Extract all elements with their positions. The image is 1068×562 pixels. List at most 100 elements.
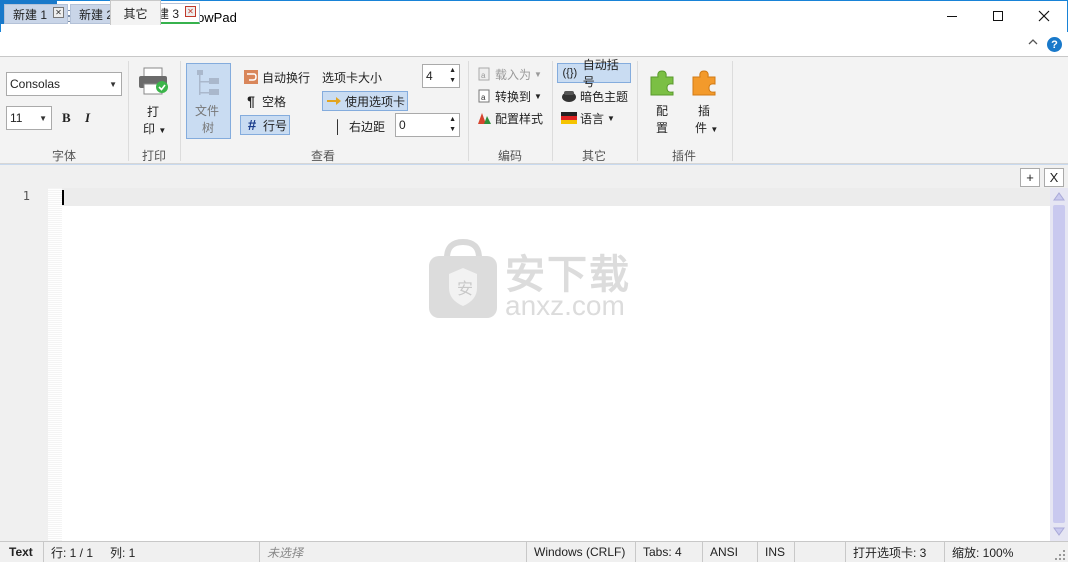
auto-brackets-button[interactable]: ({}) 自动括号	[557, 58, 631, 89]
status-lexer[interactable]: Text	[0, 542, 44, 562]
whitespace-button[interactable]: ¶ 空格	[243, 91, 286, 111]
status-selection: 未选择	[261, 542, 527, 562]
watermark-en: anxz.com	[505, 290, 625, 321]
word-wrap-icon	[243, 69, 259, 85]
load-as-label: 载入为	[495, 67, 532, 82]
doc-tab-label: 新建 2	[79, 7, 114, 22]
print-label-1: 打	[147, 105, 160, 119]
maximize-button[interactable]	[975, 0, 1021, 31]
status-mode[interactable]: INS	[759, 542, 795, 562]
status-tabs[interactable]: Tabs: 4	[637, 542, 703, 562]
tab-size-spinner[interactable]: 4 ▲ ▼	[422, 64, 460, 88]
text-caret	[62, 190, 64, 205]
status-line: 行: 1 / 1	[51, 545, 94, 560]
svg-text:a: a	[481, 93, 486, 102]
right-margin-value: 0	[399, 118, 406, 132]
config-style-icon	[476, 110, 492, 126]
spinner-arrows-icon[interactable]: ▲ ▼	[449, 115, 456, 135]
config-button[interactable]: 配 置	[644, 65, 680, 141]
status-open-tabs: 打开选项卡: 3	[847, 542, 945, 562]
line-numbers-button[interactable]: # 行号	[240, 115, 290, 135]
word-wrap-button[interactable]: 自动换行	[243, 67, 310, 87]
tab-other[interactable]: 其它	[110, 0, 161, 25]
help-icon[interactable]: ?	[1047, 37, 1062, 52]
dark-theme-button[interactable]: 暗色主题	[561, 86, 628, 106]
collapse-ribbon-icon[interactable]	[1028, 38, 1038, 49]
load-as-button[interactable]: a 载入为 ▼	[476, 64, 542, 84]
load-as-icon: a	[476, 66, 492, 82]
config-style-button[interactable]: 配置样式	[476, 108, 543, 128]
tab-arrow-icon	[326, 93, 342, 109]
chevron-down-icon: ▼	[607, 113, 615, 123]
right-margin-spinner[interactable]: 0 ▲ ▼	[395, 113, 460, 137]
font-size-value: 11	[10, 111, 23, 125]
word-wrap-label: 自动换行	[262, 70, 311, 85]
language-label: 语言	[580, 111, 605, 126]
print-group-label: 打印	[141, 149, 166, 163]
resize-grip-icon[interactable]	[1054, 549, 1066, 562]
spinner-arrows-icon[interactable]: ▲ ▼	[449, 66, 456, 86]
whitespace-label: 空格	[262, 94, 287, 109]
font-name-select[interactable]: Consolas ▼	[6, 72, 122, 96]
use-tabs-label: 使用选项卡	[345, 94, 406, 109]
font-size-select[interactable]: 11 ▼	[6, 106, 52, 130]
green-puzzle-icon	[647, 67, 677, 100]
brackets-icon: ({})	[562, 67, 578, 79]
other-group-label: 其它	[581, 149, 606, 163]
scroll-up-icon[interactable]	[1052, 190, 1066, 205]
plugins-label-2: 件 ▼	[695, 121, 719, 135]
status-encoding[interactable]: ANSI	[704, 542, 758, 562]
line-numbers-label: 行号	[263, 118, 288, 133]
new-tab-button[interactable]: +	[1020, 168, 1040, 187]
line-number: 1	[22, 189, 30, 203]
status-eol[interactable]: Windows (CRLF)	[528, 542, 636, 562]
italic-button[interactable]: I	[85, 110, 99, 126]
group-divider	[468, 61, 469, 161]
view-group-label: 查看	[310, 149, 335, 163]
watermark: 安 安下载 anxz.com	[425, 238, 645, 322]
encoding-group-label: 编码	[497, 149, 522, 163]
plugins-button[interactable]: 插 件 ▼	[686, 65, 726, 141]
file-tree-label-2: 树	[202, 121, 215, 135]
line-number-gutter	[0, 188, 48, 541]
shield-lock-icon: 安	[429, 238, 497, 318]
status-spacer	[796, 542, 846, 562]
status-bar: Text 行: 1 / 1 列: 1 未选择 Windows (CRLF) Ta…	[0, 541, 1068, 562]
pilcrow-icon: ¶	[247, 93, 255, 109]
ribbon-panel: Consolas ▼ 11 ▼ B I 字体 打 印 ▼ 打印 文件 树 自动换…	[0, 56, 1068, 164]
file-tree-button[interactable]: 文件 树	[186, 63, 231, 139]
orange-puzzle-icon	[689, 67, 719, 100]
language-button[interactable]: 语言 ▼	[561, 108, 615, 128]
config-label-1: 配	[656, 104, 669, 118]
auto-brackets-label: 自动括号	[582, 58, 619, 89]
group-divider	[732, 61, 733, 161]
font-name-value: Consolas	[10, 77, 61, 91]
font-group-label: 字体	[51, 149, 76, 163]
convert-to-button[interactable]: a 转换到 ▼	[476, 86, 542, 106]
minimize-button[interactable]	[929, 0, 975, 31]
plugins-group-label: 插件	[671, 149, 696, 163]
close-tab-icon[interactable]: ✕	[53, 7, 64, 18]
close-all-button[interactable]: X	[1044, 168, 1064, 187]
dark-theme-label: 暗色主题	[580, 89, 629, 104]
chevron-down-icon: ▼	[534, 69, 542, 79]
tab-size-value: 4	[426, 69, 433, 83]
convert-to-label: 转换到	[495, 89, 532, 104]
config-label-2: 置	[656, 121, 669, 135]
svg-text:a: a	[481, 71, 486, 80]
close-button[interactable]	[1021, 0, 1067, 31]
file-tree-icon	[195, 68, 223, 101]
chevron-down-icon: ▼	[109, 80, 117, 89]
bold-button[interactable]: B	[62, 110, 76, 126]
doc-tab[interactable]: 新建 1 ✕	[4, 4, 68, 24]
scrollbar-thumb[interactable]	[1053, 205, 1065, 523]
config-style-label: 配置样式	[495, 111, 544, 126]
fold-margin[interactable]	[48, 188, 62, 541]
scroll-down-icon[interactable]	[1052, 526, 1066, 541]
status-zoom[interactable]: 缩放: 100%	[946, 542, 1052, 562]
convert-icon: a	[476, 88, 492, 104]
ribbon-tab-bar	[0, 32, 1068, 56]
use-tabs-button[interactable]: 使用选项卡	[322, 91, 408, 111]
print-button[interactable]: 打 印 ▼	[134, 65, 172, 137]
close-tab-icon[interactable]: ✕	[185, 6, 196, 17]
